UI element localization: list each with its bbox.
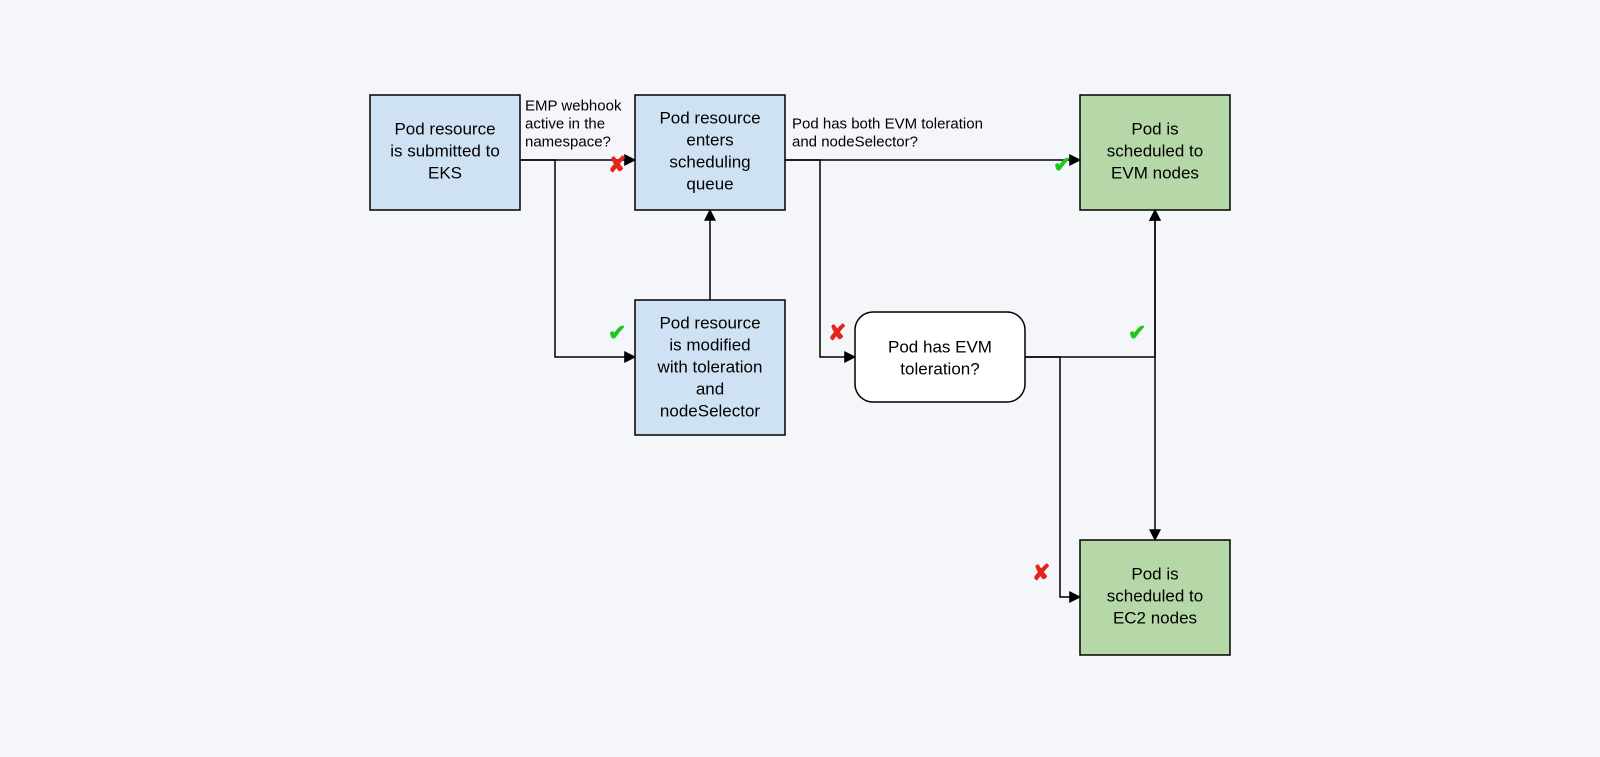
- node-evm-l1: Pod is: [1131, 119, 1178, 138]
- node-hastol: Pod has EVM toleration?: [855, 312, 1025, 402]
- label-webhook-l2: active in the: [525, 115, 605, 132]
- node-hastol-l2: toleration?: [900, 359, 979, 378]
- node-submit: Pod resource is submitted to EKS: [370, 95, 520, 210]
- node-evm-l2: scheduled to: [1107, 141, 1203, 160]
- label-webhook-l3: namespace?: [525, 133, 611, 150]
- label-both-l2: and nodeSelector?: [792, 133, 918, 150]
- node-evm: Pod is scheduled to EVM nodes: [1080, 95, 1230, 210]
- node-modify-l4: and: [696, 379, 724, 398]
- label-webhook-l1: EMP webhook: [525, 97, 622, 114]
- node-ec2: Pod is scheduled to EC2 nodes: [1080, 540, 1230, 655]
- node-queue-l4: queue: [686, 174, 733, 193]
- node-ec2-l1: Pod is: [1131, 564, 1178, 583]
- node-ec2-l2: scheduled to: [1107, 586, 1203, 605]
- node-queue-l2: enters: [686, 130, 733, 149]
- node-submit-l3: EKS: [428, 163, 462, 182]
- mark-cross-3: ✘: [1032, 560, 1050, 585]
- mark-check-2: ✔: [1053, 152, 1071, 177]
- flow-diagram: Pod resource is submitted to EKS Pod res…: [0, 0, 1600, 757]
- node-evm-l3: EVM nodes: [1111, 163, 1199, 182]
- node-hastol-l1: Pod has EVM: [888, 337, 992, 356]
- label-both-l1: Pod has both EVM toleration: [792, 115, 983, 132]
- node-modify-l2: is modified: [669, 335, 750, 354]
- node-modify-l5: nodeSelector: [660, 401, 761, 420]
- mark-cross-2: ✘: [828, 320, 846, 345]
- node-ec2-l3: EC2 nodes: [1113, 608, 1197, 627]
- node-queue: Pod resource enters scheduling queue: [635, 95, 785, 210]
- node-submit-l1: Pod resource: [394, 119, 495, 138]
- mark-check-3: ✔: [1128, 320, 1146, 345]
- node-modify: Pod resource is modified with toleration…: [635, 300, 785, 435]
- node-modify-l1: Pod resource: [659, 313, 760, 332]
- mark-cross-1: ✘: [608, 152, 626, 177]
- node-modify-l3: with toleration: [657, 357, 763, 376]
- mark-check-1: ✔: [608, 320, 626, 345]
- node-submit-l2: is submitted to: [390, 141, 500, 160]
- node-queue-l1: Pod resource: [659, 108, 760, 127]
- node-queue-l3: scheduling: [669, 152, 750, 171]
